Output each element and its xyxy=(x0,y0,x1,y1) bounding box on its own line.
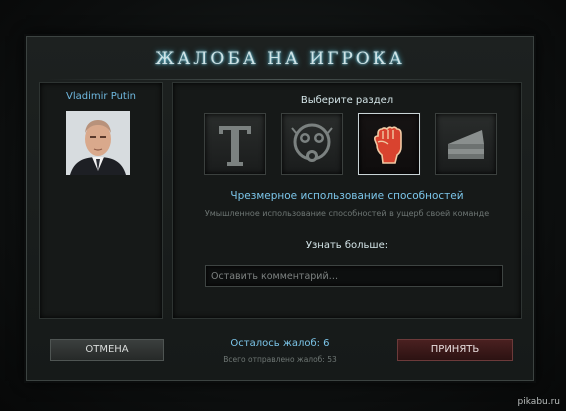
watermark: pikabu.ru xyxy=(517,397,560,407)
section-heading: Выберите раздел xyxy=(300,95,394,106)
cake-slice-icon xyxy=(448,130,484,159)
dialog-title: ЖАЛОБА НА ИГРОКА xyxy=(155,49,405,69)
title-divider xyxy=(47,79,513,80)
learn-more-link[interactable]: Узнать больше: xyxy=(173,240,521,251)
selected-category-description: Умышленное использование способностей в … xyxy=(204,209,490,218)
player-avatar xyxy=(66,111,130,175)
player-name: Vladimir Putin xyxy=(66,91,136,102)
player-panel: Vladimir Putin xyxy=(39,82,163,319)
selected-category-title: Чрезмерное использование способностей xyxy=(230,190,464,202)
comment-input[interactable] xyxy=(205,265,503,287)
report-panel: Выберите раздел Чрезмерное использование… xyxy=(172,82,522,319)
category-communication-button[interactable] xyxy=(204,113,266,175)
category-toxic-button[interactable] xyxy=(281,113,343,175)
player-portrait-icon xyxy=(66,111,130,175)
gas-mask-icon xyxy=(291,123,333,162)
report-dialog: ЖАЛОБА НА ИГРОКА Vladimir Putin Выберите… xyxy=(26,36,534,381)
category-ability-abuse-button[interactable] xyxy=(358,113,420,175)
letter-t-icon xyxy=(219,126,251,166)
category-feeding-button[interactable] xyxy=(435,113,497,175)
accept-button[interactable]: ПРИНЯТЬ xyxy=(397,339,513,361)
raised-fist-icon xyxy=(374,126,402,164)
